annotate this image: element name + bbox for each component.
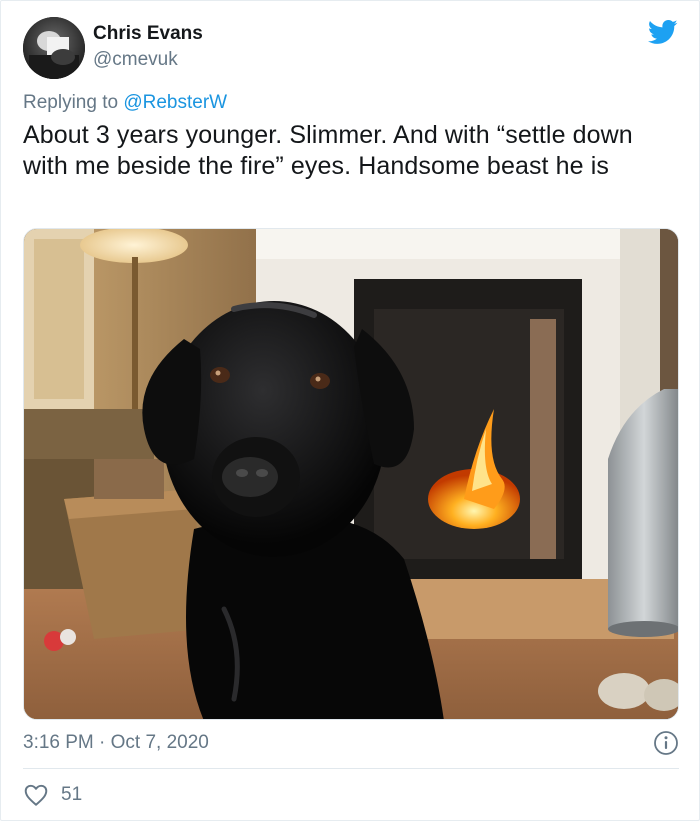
heart-icon[interactable]	[23, 782, 49, 808]
tweet-timestamp[interactable]: 3:16 PM · Oct 7, 2020	[23, 732, 209, 754]
twitter-bird-icon[interactable]	[646, 17, 680, 47]
replying-to: Replying to @RebsterW	[23, 92, 227, 114]
avatar[interactable]	[23, 17, 85, 79]
reply-mention-link[interactable]: @RebsterW	[123, 92, 227, 113]
tweet-text: About 3 years younger. Slimmer. And with…	[23, 121, 633, 180]
replying-to-label: Replying to	[23, 92, 124, 113]
dog-by-fireplace-image	[24, 229, 678, 719]
divider	[23, 768, 679, 769]
author-handle[interactable]: @cmevuk	[93, 49, 178, 71]
like-count[interactable]: 51	[61, 784, 82, 806]
info-icon[interactable]	[653, 730, 679, 756]
tweet-photo[interactable]	[23, 228, 679, 720]
author-name[interactable]: Chris Evans	[93, 23, 203, 45]
tweet-card: Chris Evans @cmevuk Replying to @Rebster…	[0, 0, 700, 821]
